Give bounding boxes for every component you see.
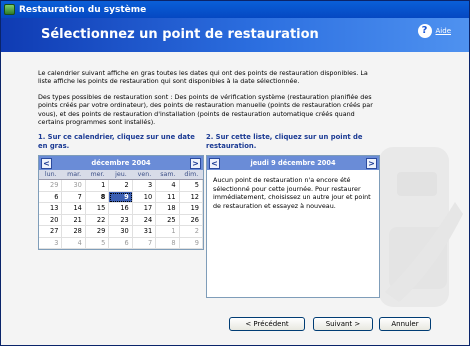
weekday-label: mar. <box>67 171 82 178</box>
calendar-day[interactable]: 30 <box>109 226 133 238</box>
calendar-day[interactable]: 2 <box>109 180 133 192</box>
calendar-day[interactable]: 7 <box>132 237 157 249</box>
help-label[interactable]: Aide <box>436 27 451 35</box>
list-date: jeudi 9 décembre 2004 <box>250 159 336 167</box>
calendar-day[interactable]: 14 <box>62 203 86 215</box>
calendar-day[interactable]: 28 <box>62 226 86 238</box>
page-header: Sélectionnez un point de restauration ? … <box>1 18 469 52</box>
calendar-day[interactable]: 1 <box>156 226 180 238</box>
weekday-label: lun. <box>44 171 57 178</box>
main-content: Le calendrier suivant affiche en gras to… <box>1 52 469 345</box>
next-button[interactable]: Suivant > <box>313 317 373 331</box>
calendar-day[interactable]: 4 <box>62 237 86 249</box>
calendar-day[interactable]: 8 <box>156 237 180 249</box>
step2-label: 2. Sur cette liste, cliquez sur un point… <box>206 133 363 150</box>
calendar-day[interactable]: 9 <box>179 237 203 249</box>
help-link[interactable]: ? Aide <box>417 24 451 38</box>
calendar-day[interactable]: 2 <box>179 226 203 238</box>
back-button[interactable]: < Précédent <box>229 317 305 331</box>
calendar-day[interactable]: 13 <box>39 203 63 215</box>
calendar-day[interactable]: 10 <box>132 191 157 203</box>
calendar-day[interactable]: 18 <box>156 203 180 215</box>
calendar-day[interactable]: 31 <box>132 226 157 238</box>
restore-point-list[interactable]: < jeudi 9 décembre 2004 > Aucun point de… <box>206 155 380 298</box>
calendar-day[interactable]: 26 <box>179 214 203 226</box>
list-next-button[interactable]: > <box>366 157 377 169</box>
calendar-month: décembre 2004 <box>91 159 151 167</box>
calendar-day[interactable]: 8 <box>85 191 110 203</box>
page-title: Sélectionnez un point de restauration <box>41 27 319 42</box>
calendar-day[interactable]: 29 <box>85 226 110 238</box>
calendar-day[interactable]: 12 <box>179 191 203 203</box>
list-header: < jeudi 9 décembre 2004 > <box>207 156 379 170</box>
calendar-day[interactable]: 20 <box>39 214 63 226</box>
calendar-day[interactable]: 30 <box>62 180 86 192</box>
calendar-grid: 29 30 1 2 3 4 5 6 7 8 9 10 11 12 13 14 15 16 17 18 19 20 21 22 2… <box>39 180 203 249</box>
calendar-day[interactable]: 3 <box>39 237 63 249</box>
calendar-day[interactable]: 5 <box>179 180 203 192</box>
calendar-day[interactable]: 16 <box>109 203 133 215</box>
calendar-day[interactable]: 4 <box>156 180 180 192</box>
calendar-day[interactable]: 29 <box>39 180 63 192</box>
calendar-next-button[interactable]: > <box>190 157 201 169</box>
intro-paragraph-1: Le calendrier suivant affiche en gras to… <box>38 69 368 86</box>
list-prev-button[interactable]: < <box>209 157 220 169</box>
calendar: < décembre 2004 > lun. mar. mer. jeu. ven. sa… <box>38 155 204 250</box>
window-title: Restauration du système <box>19 4 147 15</box>
calendar-day[interactable]: 9 <box>109 191 133 203</box>
calendar-day[interactable]: 6 <box>39 191 63 203</box>
calendar-day[interactable]: 17 <box>132 203 157 215</box>
calendar-day[interactable]: 19 <box>179 203 203 215</box>
restore-window: Restauration du système Sélectionnez un … <box>0 0 470 346</box>
calendar-day[interactable]: 24 <box>132 214 157 226</box>
title-bar[interactable]: Restauration du système <box>1 1 469 18</box>
calendar-day[interactable]: 21 <box>62 214 86 226</box>
help-icon[interactable]: ? <box>417 24 432 38</box>
calendar-day[interactable]: 6 <box>109 237 133 249</box>
calendar-day[interactable]: 3 <box>132 180 157 192</box>
calendar-day[interactable]: 15 <box>85 203 110 215</box>
calendar-day[interactable]: 23 <box>109 214 133 226</box>
calendar-header: < décembre 2004 > <box>39 156 203 170</box>
calendar-day[interactable]: 7 <box>62 191 86 203</box>
weekday-label: jeu. <box>115 171 127 178</box>
weekday-label: dim. <box>184 171 199 178</box>
weekday-label: mer. <box>90 171 105 178</box>
intro-paragraph-2: Des types possibles de restauration sont… <box>38 93 373 127</box>
system-restore-icon <box>4 4 15 15</box>
calendar-day[interactable]: 5 <box>85 237 110 249</box>
weekday-label: sam. <box>160 171 176 178</box>
list-message: Aucun point de restauration n'a encore é… <box>213 176 371 210</box>
calendar-day[interactable]: 27 <box>39 226 63 238</box>
step1-label: 1. Sur ce calendrier, cliquez sur une da… <box>38 133 195 150</box>
calendar-day[interactable]: 11 <box>156 191 180 203</box>
weekday-label: ven. <box>137 171 152 178</box>
calendar-day[interactable]: 1 <box>85 180 110 192</box>
calendar-prev-button[interactable]: < <box>41 157 52 169</box>
calendar-day[interactable]: 25 <box>156 214 180 226</box>
cancel-button[interactable]: Annuler <box>379 317 431 331</box>
calendar-day[interactable]: 22 <box>85 214 110 226</box>
calendar-weekdays: lun. mar. mer. jeu. ven. sam. dim. <box>39 170 203 180</box>
